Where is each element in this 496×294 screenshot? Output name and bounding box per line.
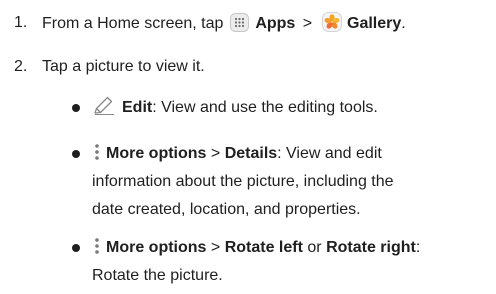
pencil-icon xyxy=(92,96,116,116)
bullet-dot xyxy=(72,150,80,158)
or-text: or xyxy=(307,239,322,256)
more-options-icon xyxy=(92,143,102,161)
bullet-dot xyxy=(72,244,80,252)
gallery-label: Gallery xyxy=(347,15,402,32)
more-options-icon xyxy=(92,237,102,255)
apps-grid-icon xyxy=(229,13,249,32)
bullet-desc-line-2: information about the picture, including… xyxy=(92,173,394,190)
bullet-desc-line-1: : xyxy=(415,239,421,256)
bullet-desc-line-3: date created, location, and properties. xyxy=(92,201,361,218)
bullet-desc-line-1: : View and edit xyxy=(277,145,382,162)
bullet-label: Edit xyxy=(122,99,153,116)
step-end: . xyxy=(401,15,406,32)
bullet-edit: Edit: View and use the editing tools. xyxy=(72,94,482,122)
apps-label: Apps xyxy=(255,15,296,32)
bullet-label-3: Rotate right xyxy=(326,239,416,256)
step-text: From a Home screen, tap Apps > Gallery. xyxy=(42,12,406,35)
bullet-desc: : View and use the editing tools. xyxy=(152,99,378,116)
step-prefix: From a Home screen, tap xyxy=(42,15,224,32)
bullet-desc-line-2: Rotate the picture. xyxy=(92,267,223,284)
step-number: 2. xyxy=(14,58,28,75)
gallery-flower-icon xyxy=(321,12,342,32)
instruction-page: 1. From a Home screen, tap Apps > Galler… xyxy=(0,0,496,294)
bullet-details: More options > Details: View and edit in… xyxy=(72,140,482,224)
separator: > xyxy=(210,145,221,162)
bullet-label-2: Rotate left xyxy=(224,239,303,256)
separator: > xyxy=(210,239,221,256)
step-text: Tap a picture to view it. xyxy=(42,58,205,75)
separator: > xyxy=(302,15,313,32)
bullet-label: More options xyxy=(106,145,207,162)
bullet-label-2: Details xyxy=(224,145,278,162)
bullet-label: More options xyxy=(106,239,207,256)
step-number: 1. xyxy=(14,14,28,31)
bullet-rotate: More options > Rotate left or Rotate rig… xyxy=(72,234,482,290)
bullet-dot xyxy=(72,104,80,112)
